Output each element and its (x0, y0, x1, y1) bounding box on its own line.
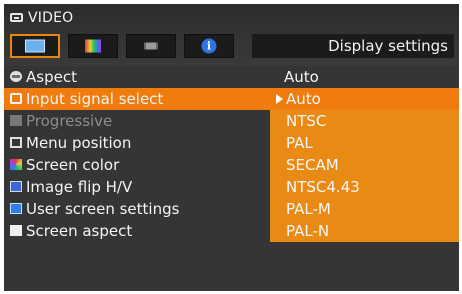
menu-item-label: Image flip H/V (26, 178, 133, 196)
option-pal[interactable]: PAL (270, 132, 459, 154)
projector-menu: VIDEO i Display settings Aspect Auto Inp… (4, 4, 459, 291)
context-panel: Display settings (252, 34, 454, 58)
menu-item-label: User screen settings (26, 200, 180, 218)
menu-item-user-screen-settings[interactable]: User screen settings PAL-M (4, 198, 459, 220)
menu-position-icon (10, 137, 22, 148)
menu-item-screen-color[interactable]: Screen color SECAM (4, 154, 459, 176)
empty-row (4, 264, 459, 286)
menu-item-label: Screen color (26, 156, 120, 174)
menu-item-label: Progressive (26, 112, 113, 130)
pointer-arrow-icon (276, 94, 283, 104)
menu-item-menu-position[interactable]: Menu position PAL (4, 132, 459, 154)
option-label: Auto (286, 90, 321, 108)
option-secam[interactable]: SECAM (270, 154, 459, 176)
tab-display[interactable] (10, 34, 60, 58)
option-pal-n[interactable]: PAL-N (270, 220, 459, 242)
empty-row (4, 286, 459, 291)
screen-color-icon (10, 159, 22, 170)
option-pal-m[interactable]: PAL-M (270, 198, 459, 220)
aspect-value: Auto (270, 66, 459, 88)
input-signal-icon (10, 93, 22, 104)
option-label: PAL-M (286, 200, 331, 218)
option-label: NTSC4.43 (286, 178, 360, 196)
color-bars-icon (85, 39, 101, 53)
monitor-icon (25, 39, 45, 53)
info-icon: i (201, 38, 217, 54)
tab-panel[interactable] (126, 34, 176, 58)
menu-title: VIDEO (28, 10, 74, 26)
menu-item-label: Menu position (26, 134, 132, 152)
menu-item-input-signal-select[interactable]: Input signal select Auto (4, 88, 459, 110)
panel-icon (144, 42, 158, 50)
menu-item-progressive: Progressive NTSC (4, 110, 459, 132)
option-ntsc443[interactable]: NTSC4.43 (270, 176, 459, 198)
option-label: PAL (286, 134, 313, 152)
aspect-icon (10, 71, 22, 82)
option-label: PAL-N (286, 222, 330, 240)
option-ntsc[interactable]: NTSC (270, 110, 459, 132)
user-screen-icon (10, 203, 22, 214)
menu-item-image-flip[interactable]: Image flip H/V NTSC4.43 (4, 176, 459, 198)
menu-item-aspect[interactable]: Aspect Auto (4, 66, 459, 88)
progressive-icon (10, 115, 22, 126)
menu-item-screen-aspect[interactable]: Screen aspect PAL-N (4, 220, 459, 242)
option-auto[interactable]: Auto (270, 88, 459, 110)
option-label: NTSC (286, 112, 327, 130)
menu-item-label: Screen aspect (26, 222, 133, 240)
context-label: Display settings (328, 37, 448, 55)
empty-row (4, 242, 459, 264)
menu-header: VIDEO i Display settings (4, 4, 459, 66)
value-text: Auto (284, 68, 319, 86)
tab-color[interactable] (68, 34, 118, 58)
settings-menu: Aspect Auto Input signal select Auto Pro… (4, 66, 459, 291)
option-label: SECAM (286, 156, 339, 174)
image-flip-icon (10, 181, 22, 192)
menu-item-label: Aspect (26, 68, 77, 86)
tab-info[interactable]: i (184, 34, 234, 58)
menu-item-label: Input signal select (26, 90, 164, 108)
video-icon (10, 13, 23, 22)
screen-aspect-icon (10, 225, 22, 236)
